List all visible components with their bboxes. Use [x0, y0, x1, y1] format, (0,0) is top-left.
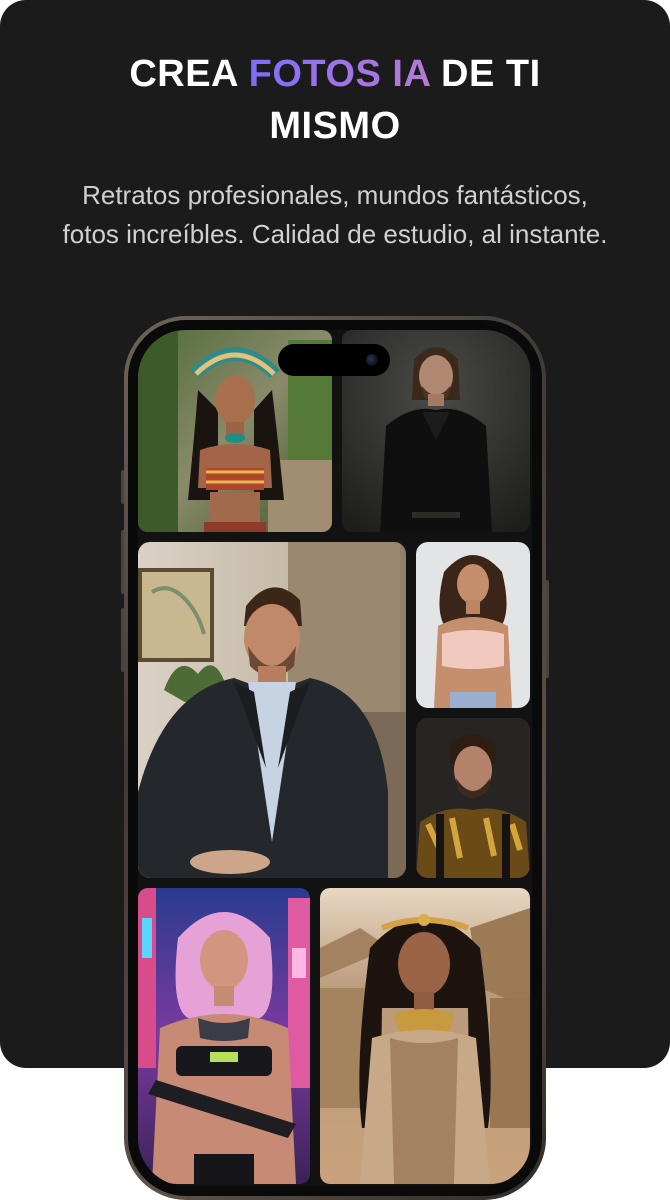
gallery-photo-cyberpunk-woman — [138, 888, 310, 1184]
egyptian-woman-image — [320, 888, 530, 1184]
phone-screen — [138, 330, 532, 1186]
headline-post: DE TI — [430, 53, 541, 95]
headline-accent: FOTOS IA — [248, 53, 430, 95]
subtitle: Retratos profesionales, mundos fantástic… — [62, 180, 608, 249]
cyberpunk-woman-image — [138, 888, 310, 1184]
phone-mockup — [124, 316, 546, 1200]
gallery-photo-woman-pink-top — [416, 542, 530, 708]
headline-pre: CREA — [129, 53, 249, 95]
gallery-photo-businessman — [138, 542, 406, 878]
gallery-photo-egyptian-woman — [320, 888, 530, 1184]
headline-line2: MISMO — [269, 105, 401, 147]
front-camera-icon — [366, 354, 378, 366]
businessman-image — [138, 542, 406, 878]
phone-bezel — [128, 320, 542, 1196]
dynamic-island — [278, 344, 390, 376]
headline: CREA FOTOS IA DE TI MISMO — [40, 48, 630, 152]
man-baroque-image — [416, 718, 530, 878]
woman-pink-top-image — [416, 542, 530, 708]
gallery-photo-man-baroque — [416, 718, 530, 878]
